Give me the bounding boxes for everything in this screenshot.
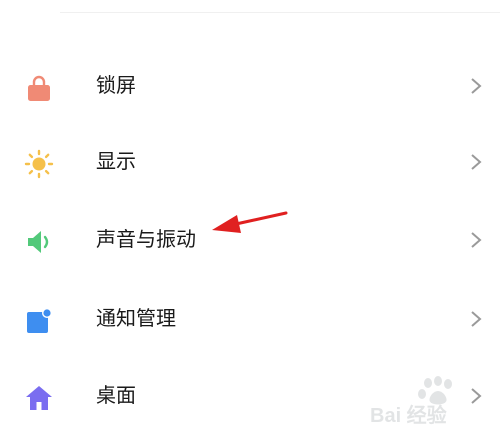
annotation-arrow-icon	[212, 211, 288, 233]
chevron-right-icon	[471, 78, 482, 94]
settings-item-lock-screen[interactable]: 锁屏	[0, 55, 500, 115]
chevron-right-icon	[471, 232, 482, 248]
chevron-right-icon	[471, 311, 482, 327]
lock-icon	[28, 75, 50, 101]
settings-item-notification-management[interactable]: 通知管理	[0, 288, 500, 348]
settings-item-label: 声音与振动	[96, 227, 196, 251]
notification-icon	[27, 308, 52, 333]
chevron-right-icon	[471, 154, 482, 170]
watermark: Bai 经验	[370, 372, 495, 428]
settings-item-label: 锁屏	[96, 73, 136, 97]
home-icon	[26, 386, 52, 410]
settings-item-label: 显示	[96, 149, 136, 173]
settings-item-label: 桌面	[96, 383, 136, 407]
settings-item-display[interactable]: 显示	[0, 131, 500, 191]
paw-logo-icon: Bai 经验	[370, 376, 452, 427]
watermark-text: Bai 经验	[370, 403, 447, 427]
sun-icon	[24, 149, 54, 179]
settings-item-label: 通知管理	[96, 306, 176, 330]
speaker-icon	[28, 231, 49, 253]
